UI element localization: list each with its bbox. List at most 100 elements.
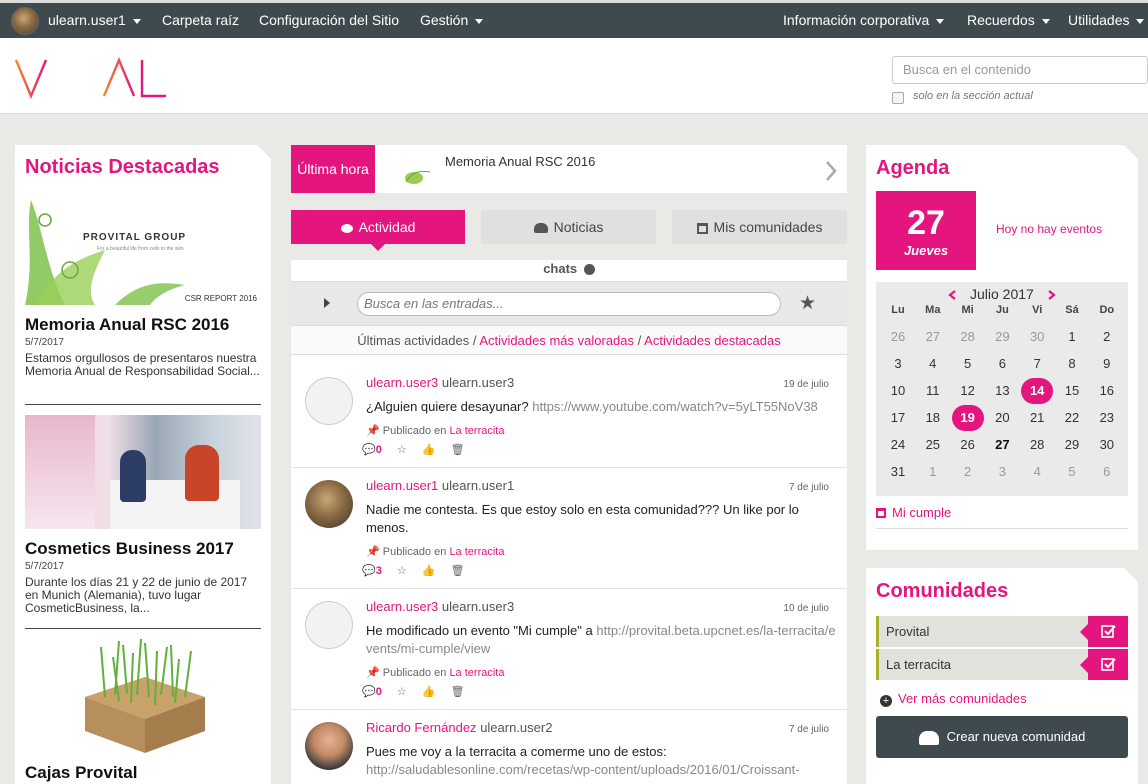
filter-top-rated[interactable]: Actividades más valoradas [479,333,634,348]
more-communities-link[interactable]: + Ver más comunidades [880,691,1027,707]
calendar-day-event[interactable]: 14 [1021,378,1054,404]
comments-button[interactable]: 💬0 [362,444,382,456]
calendar-day[interactable]: 10 [881,378,915,404]
favorite-icon[interactable]: ☆ [397,565,407,577]
calendar-day[interactable]: 7 [1020,351,1054,377]
calendar-day[interactable]: 11 [916,378,950,404]
calendar-day[interactable]: 28 [951,324,985,350]
calendar-day[interactable]: 3 [985,459,1019,485]
news-image-fair[interactable] [25,415,261,529]
nav-corporate-info[interactable]: Información corporativa [783,3,945,38]
calendar-day[interactable]: 16 [1090,378,1124,404]
news-image-csr[interactable]: PROVITAL GROUP For a beautiful life from… [25,190,261,305]
filter-featured[interactable]: Actividades destacadas [644,333,781,348]
nav-root-folder[interactable]: Carpeta raíz [162,3,239,38]
like-icon[interactable]: 👍 [422,686,436,698]
nav-memories[interactable]: Recuerdos [967,3,1050,38]
calendar-day[interactable]: 13 [985,378,1019,404]
calendar-day[interactable]: 22 [1055,405,1089,431]
event-item[interactable]: Mi cumple [876,505,951,520]
calendar-day[interactable]: 2 [951,459,985,485]
post-author[interactable]: Ricardo Fernández ulearn.user2 [366,720,552,735]
news-title-1[interactable]: Memoria Anual RSC 2016 [25,315,229,335]
create-community-button[interactable]: Crear nueva comunidad [876,716,1128,758]
calendar-day[interactable]: 6 [985,351,1019,377]
site-search-input[interactable]: Busca en el contenido [892,56,1148,84]
news-title-2[interactable]: Cosmetics Business 2017 [25,539,234,559]
post-author[interactable]: ulearn.user3 ulearn.user3 [366,375,514,390]
calendar-day[interactable]: 26 [951,432,985,458]
section-only-checkbox[interactable] [892,92,904,104]
calendar-day[interactable]: 28 [1020,432,1054,458]
calendar-day[interactable]: 27 [916,324,950,350]
post-link[interactable]: http://saludablesonline.com/recetas/wp-c… [366,762,800,777]
post-link[interactable]: https://www.youtube.com/watch?v=5yLT55No… [532,399,818,414]
like-icon-active[interactable]: 👍 [422,565,436,577]
post-community-link[interactable]: La terracita [449,546,504,558]
feed-search-input[interactable]: Busca en las entradas... [357,292,781,316]
comments-button[interactable]: 💬0 [362,686,382,698]
calendar-day[interactable]: 3 [881,351,915,377]
community-check-button[interactable] [1080,649,1128,680]
vital-logo[interactable] [14,56,168,100]
breaking-news-item[interactable]: Memoria Anual RSC 2016 [445,154,595,169]
trash-icon[interactable]: 🗑 [451,444,465,456]
post-community-link[interactable]: La terracita [449,667,504,679]
like-icon[interactable]: 👍 [422,444,436,456]
calendar-day[interactable]: 24 [881,432,915,458]
nav-utilities[interactable]: Utilidades [1068,3,1145,38]
favorite-icon[interactable]: ☆ [397,444,407,456]
community-check-button[interactable] [1080,616,1128,647]
calendar-day[interactable]: 5 [1055,459,1089,485]
avatar-default[interactable] [305,377,353,425]
favorite-icon[interactable]: ☆ [397,686,407,698]
calendar-day[interactable]: 12 [951,378,985,404]
filter-latest[interactable]: Últimas actividades [357,333,469,348]
calendar-day[interactable]: 8 [1055,351,1089,377]
post-author[interactable]: ulearn.user3 ulearn.user3 [366,599,514,614]
calendar-day-today[interactable]: 27 [985,432,1019,458]
calendar-day[interactable]: 4 [916,351,950,377]
calendar-day[interactable]: 29 [985,324,1019,350]
avatar-user1[interactable] [305,480,353,528]
calendar-day[interactable]: 25 [916,432,950,458]
calendar-day[interactable]: 4 [1020,459,1054,485]
tab-activity[interactable]: Actividad [291,210,465,244]
avatar-ricardo[interactable] [305,722,353,770]
calendar-day[interactable]: 6 [1090,459,1124,485]
news-title-3[interactable]: Cajas Provital [25,763,137,783]
calendar-day[interactable]: 30 [1090,432,1124,458]
chevron-right-icon[interactable] [824,159,838,183]
trash-icon[interactable]: 🗑 [451,686,465,698]
calendar-day[interactable]: 2 [1090,324,1124,350]
calendar-day[interactable]: 5 [951,351,985,377]
news-image-box[interactable] [75,637,215,755]
breaking-news-thumb[interactable] [402,164,434,188]
calendar-day[interactable]: 1 [916,459,950,485]
nav-site-config[interactable]: Configuración del Sitio [259,3,399,38]
post-author[interactable]: ulearn.user1 ulearn.user1 [366,478,514,493]
calendar-day[interactable]: 1 [1055,324,1089,350]
play-icon[interactable] [324,298,330,308]
chats-toggle[interactable]: chats [291,260,847,282]
calendar-day[interactable]: 31 [881,459,915,485]
tab-my-communities[interactable]: Mis comunidades [672,210,847,244]
calendar-day[interactable]: 23 [1090,405,1124,431]
tab-news[interactable]: Noticias [481,210,656,244]
avatar-default[interactable] [305,601,353,649]
nav-management[interactable]: Gestión [420,3,484,38]
calendar-day[interactable]: 17 [881,405,915,431]
calendar-day[interactable]: 9 [1090,351,1124,377]
calendar-day[interactable]: 30 [1020,324,1054,350]
user-menu[interactable]: ulearn.user1 [48,3,141,38]
user-avatar[interactable] [11,7,39,35]
calendar-day[interactable]: 18 [916,405,950,431]
post-community-link[interactable]: La terracita [449,425,504,437]
calendar-day[interactable]: 26 [881,324,915,350]
trash-icon[interactable]: 🗑 [451,565,465,577]
calendar-day[interactable]: 29 [1055,432,1089,458]
star-filter-icon[interactable]: ★ [799,292,816,315]
calendar-day[interactable]: 20 [985,405,1019,431]
calendar-day-event[interactable]: 19 [951,405,984,431]
comments-button[interactable]: 💬3 [362,565,382,577]
